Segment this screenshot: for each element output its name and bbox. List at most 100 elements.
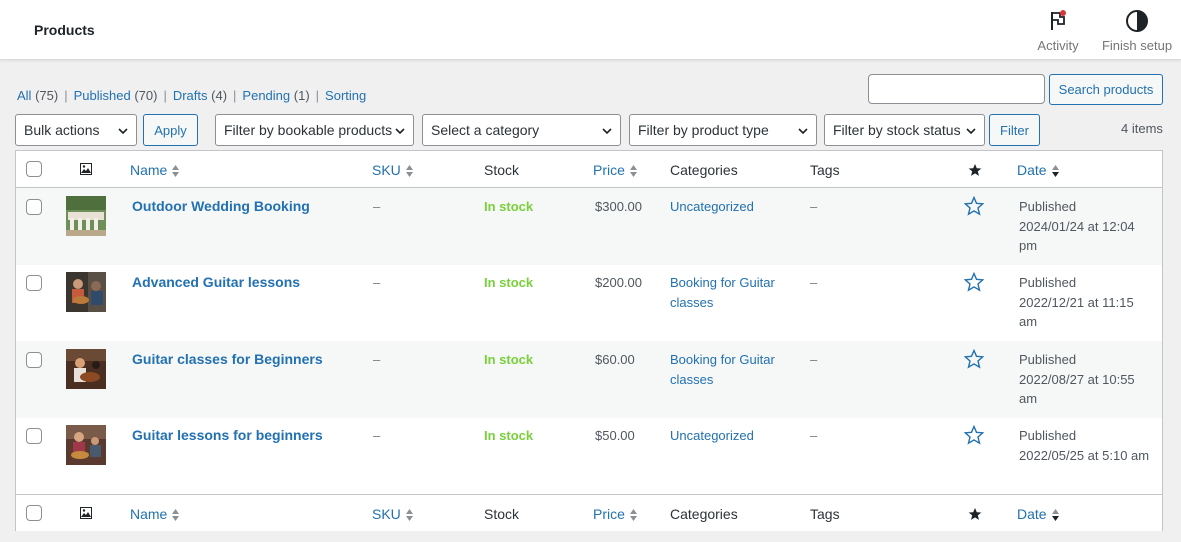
date-cell: Published 2022/08/27 at 10:55 am	[1019, 350, 1154, 409]
product-name-link[interactable]: Guitar classes for Beginners	[132, 350, 323, 370]
date-status: Published	[1019, 352, 1077, 367]
bookable-filter-select[interactable]: Filter by bookable products	[215, 114, 414, 146]
product-thumbnail[interactable]	[66, 349, 106, 389]
featured-star-outline-icon[interactable]	[964, 349, 984, 369]
select-all-checkbox[interactable]	[26, 505, 42, 521]
category-link[interactable]: Booking for Guitar classes	[670, 350, 788, 389]
stock-status: In stock	[484, 199, 534, 214]
sku-value: –	[373, 428, 381, 443]
date-cell: Published 2022/12/21 at 11:15 am	[1019, 273, 1154, 332]
stock-status: In stock	[484, 352, 534, 367]
product-thumbnail[interactable]	[66, 272, 106, 312]
stock-status: In stock	[484, 275, 534, 290]
column-price[interactable]: Price	[593, 162, 638, 178]
chevron-down-icon	[798, 128, 808, 135]
sort-desc-icon	[1051, 509, 1059, 522]
search-input[interactable]	[868, 74, 1045, 104]
row-checkbox[interactable]	[26, 428, 42, 444]
bulk-actions-select[interactable]: Bulk actions	[15, 114, 137, 146]
half-circle-icon	[1126, 10, 1148, 32]
view-published[interactable]: Published (70)	[74, 88, 158, 103]
column-name[interactable]: Name	[130, 162, 180, 178]
image-icon	[80, 507, 92, 519]
column-date[interactable]: Date	[1017, 506, 1060, 522]
featured-star-outline-icon[interactable]	[964, 272, 984, 292]
view-separator: |	[163, 88, 167, 103]
stock-status-filter-value: Filter by stock status	[833, 122, 961, 138]
table-footer: Name SKU Stock Price Categories Tags Dat…	[16, 494, 1162, 531]
stock-status-filter-select[interactable]: Filter by stock status	[824, 114, 985, 146]
flag-icon	[1051, 10, 1066, 30]
category-link[interactable]: Uncategorized	[670, 426, 788, 446]
tags-value: –	[810, 352, 818, 367]
products-table: Name SKU Stock Price Categories Tags Dat…	[15, 150, 1163, 531]
finish-setup-button[interactable]: Finish setup	[1100, 8, 1174, 53]
filter-button[interactable]: Filter	[989, 114, 1040, 146]
product-type-filter-select[interactable]: Filter by product type	[629, 114, 817, 146]
column-sku[interactable]: SKU	[372, 162, 414, 178]
date-status: Published	[1019, 275, 1077, 290]
view-all[interactable]: All (75)	[17, 88, 58, 103]
column-categories: Categories	[670, 162, 738, 178]
sort-icon	[629, 509, 637, 522]
product-thumbnail[interactable]	[66, 196, 106, 236]
product-name-link[interactable]: Outdoor Wedding Booking	[132, 197, 310, 217]
page-title: Products	[34, 22, 95, 38]
column-tags: Tags	[810, 162, 840, 178]
sku-value: –	[373, 275, 381, 290]
view-sorting[interactable]: Sorting	[325, 88, 366, 103]
tags-value: –	[810, 275, 818, 290]
product-name-link[interactable]: Guitar lessons for beginners	[132, 426, 323, 446]
column-name[interactable]: Name	[130, 506, 180, 522]
column-price[interactable]: Price	[593, 506, 638, 522]
sort-icon	[172, 165, 180, 178]
column-tags: Tags	[810, 506, 840, 522]
row-checkbox[interactable]	[26, 199, 42, 215]
bulk-actions-value: Bulk actions	[24, 122, 100, 138]
apply-button[interactable]: Apply	[143, 114, 198, 146]
price-value: $300.00	[595, 199, 642, 214]
category-filter-value: Select a category	[431, 122, 540, 138]
sku-value: –	[373, 199, 381, 214]
select-all-checkbox[interactable]	[26, 161, 42, 177]
sku-value: –	[373, 352, 381, 367]
tags-value: –	[810, 428, 818, 443]
search-products-button[interactable]: Search products	[1049, 74, 1163, 105]
sort-icon	[172, 509, 180, 522]
view-separator: |	[64, 88, 68, 103]
product-thumbnail[interactable]	[66, 425, 106, 465]
chevron-down-icon	[395, 128, 405, 135]
view-separator: |	[315, 88, 320, 103]
bookable-filter-value: Filter by bookable products	[224, 122, 393, 138]
column-sku[interactable]: SKU	[372, 506, 414, 522]
product-type-filter-value: Filter by product type	[638, 122, 769, 138]
top-header-bar: Products Activity Finish setup	[0, 0, 1181, 60]
sort-icon	[629, 165, 637, 178]
category-filter-select[interactable]: Select a category	[422, 114, 621, 146]
chevron-down-icon	[118, 128, 128, 135]
row-checkbox[interactable]	[26, 352, 42, 368]
activity-button[interactable]: Activity	[1030, 8, 1086, 53]
featured-star-outline-icon[interactable]	[964, 425, 984, 445]
category-link[interactable]: Uncategorized	[670, 197, 788, 217]
featured-star-icon[interactable]	[968, 163, 982, 177]
view-drafts[interactable]: Drafts (4)	[173, 88, 227, 103]
featured-star-icon[interactable]	[968, 507, 982, 521]
image-icon	[80, 163, 92, 175]
table-row: Outdoor Wedding Booking – In stock $300.…	[16, 188, 1162, 265]
product-name-link[interactable]: Advanced Guitar lessons	[132, 273, 300, 293]
finish-setup-label: Finish setup	[1101, 38, 1173, 53]
date-cell: Published 2022/05/25 at 5:10 am	[1019, 426, 1154, 465]
category-link[interactable]: Booking for Guitar classes	[670, 273, 788, 312]
row-checkbox[interactable]	[26, 275, 42, 291]
column-date[interactable]: Date	[1017, 162, 1060, 178]
date-status: Published	[1019, 199, 1077, 214]
table-row: Advanced Guitar lessons – In stock $200.…	[16, 264, 1162, 341]
featured-star-outline-icon[interactable]	[964, 196, 984, 216]
view-pending[interactable]: Pending (1)	[242, 88, 309, 103]
status-views: All (75) | Published (70) | Drafts (4) | Pendi…	[17, 88, 366, 103]
date-cell: Published 2024/01/24 at 12:04 pm	[1019, 197, 1154, 256]
tags-value: –	[810, 199, 818, 214]
date-value: 2024/01/24 at 12:04 pm	[1019, 218, 1135, 254]
column-stock: Stock	[484, 506, 520, 522]
